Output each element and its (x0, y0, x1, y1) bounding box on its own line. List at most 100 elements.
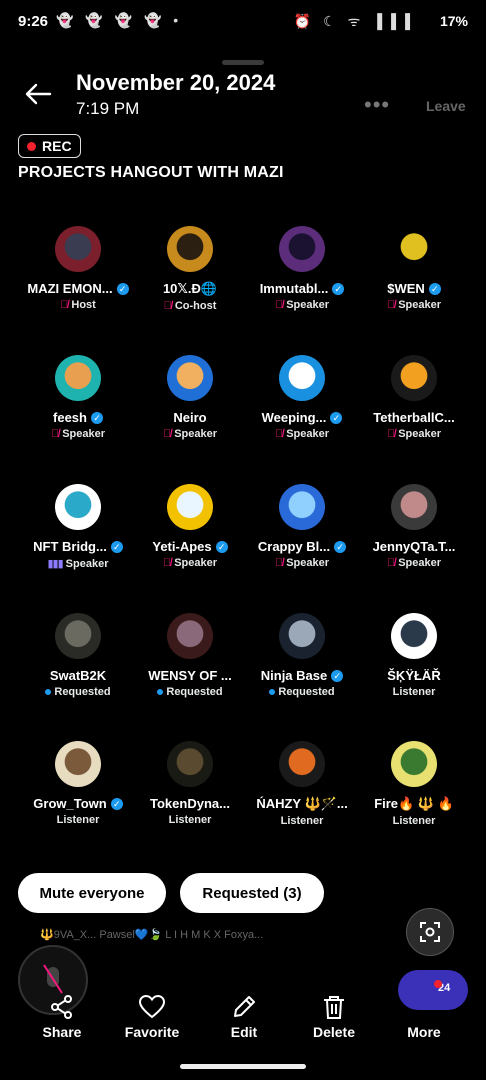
pencil-icon (234, 996, 255, 1017)
avatar[interactable] (391, 226, 437, 272)
participant-name-text: JennyQTa.T... (372, 539, 456, 554)
mic-off-icon: 🎙̸ (386, 428, 396, 440)
participant-name: feesh ✓ (18, 410, 138, 425)
participant-name: 10𝕏.Đ🌐 (130, 281, 250, 297)
participant-role-text: Listener (168, 814, 212, 826)
share-label: Share (42, 1024, 82, 1040)
more-button[interactable]: More (384, 990, 464, 1040)
participant-role: 🎙̸ Speaker (354, 428, 474, 440)
participant-name: $WEN ✓ (354, 281, 474, 296)
avatar[interactable] (391, 355, 437, 401)
participant-card[interactable]: Immutabl... ✓ 🎙̸ Speaker (242, 226, 362, 311)
more-options-icon[interactable]: ••• (364, 92, 390, 118)
participant-role-text: Requested (166, 686, 223, 698)
edit-button[interactable]: Edit (204, 990, 284, 1040)
participant-role-text: Listener (392, 815, 436, 827)
avatar[interactable] (391, 484, 437, 530)
participant-card[interactable]: 10𝕏.Đ🌐 🎙̸ Co-host (130, 226, 250, 312)
participant-role-text: Speaker (286, 428, 330, 440)
participant-card[interactable]: Grow_Town ✓ Listener (18, 741, 138, 826)
avatar[interactable] (167, 613, 213, 659)
participant-role: 🎙̸ Speaker (130, 428, 250, 440)
avatar[interactable] (167, 741, 213, 787)
participant-name-text: Immutabl... (259, 281, 329, 296)
participant-card[interactable]: Yeti-Apes ✓ 🎙̸ Speaker (130, 484, 250, 569)
participant-role: Requested (242, 686, 362, 698)
heart-icon (138, 994, 166, 1019)
avatar[interactable] (55, 355, 101, 401)
leave-button[interactable]: Leave (426, 98, 466, 114)
avatar[interactable] (55, 484, 101, 530)
avatar[interactable] (279, 741, 325, 787)
delete-button[interactable]: Delete (294, 990, 374, 1040)
participant-card[interactable]: TokenDyna... Listener (130, 741, 250, 826)
participant-card[interactable]: Neiro 🎙̸ Speaker (130, 355, 250, 440)
participant-name: Crappy Bl... ✓ (242, 539, 362, 554)
participant-card[interactable]: Ninja Base ✓ Requested (242, 613, 362, 698)
requested-button[interactable]: Requested (3) (180, 873, 324, 913)
mute-everyone-button[interactable]: Mute everyone (18, 873, 166, 913)
participant-name-text: feesh (53, 410, 87, 425)
mic-off-icon: 🎙̸ (274, 299, 284, 311)
participant-card[interactable]: feesh ✓ 🎙̸ Speaker (18, 355, 138, 440)
participant-role: 🎙̸ Speaker (130, 557, 250, 569)
participant-card[interactable]: TetherballC... 🎙̸ Speaker (354, 355, 474, 440)
participant-role-text: Speaker (398, 557, 442, 569)
participant-role-text: Requested (54, 686, 111, 698)
back-button[interactable] (22, 80, 54, 108)
system-status-icons: ⏰ ☾ ᯤ ▐▐▐ (293, 13, 414, 29)
avatar[interactable] (279, 613, 325, 659)
participant-name: TetherballC... (354, 410, 474, 425)
mic-off-icon: 🎙̸ (274, 557, 284, 569)
avatar[interactable] (391, 613, 437, 659)
participant-name: Immutabl... ✓ (242, 281, 362, 296)
participant-role: 🎙̸ Speaker (354, 299, 474, 311)
favorite-button[interactable]: Favorite (112, 990, 192, 1040)
participant-name-text: $WEN (387, 281, 425, 296)
avatar[interactable] (167, 226, 213, 272)
notification-dot-icon (434, 980, 442, 988)
participant-card[interactable]: SwatB2K Requested (18, 613, 138, 698)
participant-role-text: Listener (280, 815, 324, 827)
participant-name: JennyQTa.T... (354, 539, 474, 554)
avatar[interactable] (391, 741, 437, 787)
participant-card[interactable]: Weeping... ✓ 🎙̸ Speaker (242, 355, 362, 440)
avatar[interactable] (279, 484, 325, 530)
avatar[interactable] (167, 355, 213, 401)
mic-off-icon: 🎙̸ (162, 557, 172, 569)
avatar[interactable] (55, 226, 101, 272)
sheet-drag-handle[interactable] (222, 60, 264, 65)
space-title: PROJECTS HANGOUT WITH MAZI (18, 164, 284, 181)
mic-off-icon: 🎙̸ (386, 557, 396, 569)
participant-role-text: Speaker (174, 557, 218, 569)
more-icon (384, 990, 464, 1020)
avatar[interactable] (167, 484, 213, 530)
participant-card[interactable]: JennyQTa.T... 🎙̸ Speaker (354, 484, 474, 569)
avatar[interactable] (279, 226, 325, 272)
participant-name-text: TetherballC... (373, 410, 455, 425)
participant-name-text: SwatB2K (49, 668, 107, 683)
participant-role: Listener (18, 814, 138, 826)
participant-card[interactable]: Crappy Bl... ✓ 🎙̸ Speaker (242, 484, 362, 569)
share-button[interactable]: Share (22, 990, 102, 1040)
home-indicator[interactable] (180, 1064, 306, 1069)
participant-card[interactable]: NFT Bridg... ✓ ▮▮▮ Speaker (18, 484, 138, 570)
participant-card[interactable]: ŠĶŸŁÄŘ Listener (354, 613, 474, 698)
participant-card[interactable]: ŃAHZY 🔱🪄... Listener (242, 741, 362, 827)
avatar[interactable] (55, 741, 101, 787)
avatar[interactable] (279, 355, 325, 401)
participant-role: 🎙̸ Speaker (242, 299, 362, 311)
participant-name-text: Grow_Town (33, 796, 107, 811)
participant-card[interactable]: MAZI EMON... ✓ 🎙̸ Host (18, 226, 138, 311)
participant-card[interactable]: Fire🔥 🔱 🔥 Listener (354, 741, 474, 827)
participant-role: 🎙̸ Speaker (242, 557, 362, 569)
avatar[interactable] (55, 613, 101, 659)
participant-card[interactable]: WENSY OF ... Requested (130, 613, 250, 698)
participant-name: WENSY OF ... (130, 668, 250, 683)
participant-card[interactable]: $WEN ✓ 🎙̸ Speaker (354, 226, 474, 311)
notification-icons: 👻 👻 👻 👻 • (56, 12, 183, 28)
verified-badge-icon: ✓ (116, 282, 129, 295)
participant-name: MAZI EMON... ✓ (18, 281, 138, 296)
screenshot-scan-button[interactable] (406, 908, 454, 956)
mic-off-icon: 🎙̸ (162, 428, 172, 440)
